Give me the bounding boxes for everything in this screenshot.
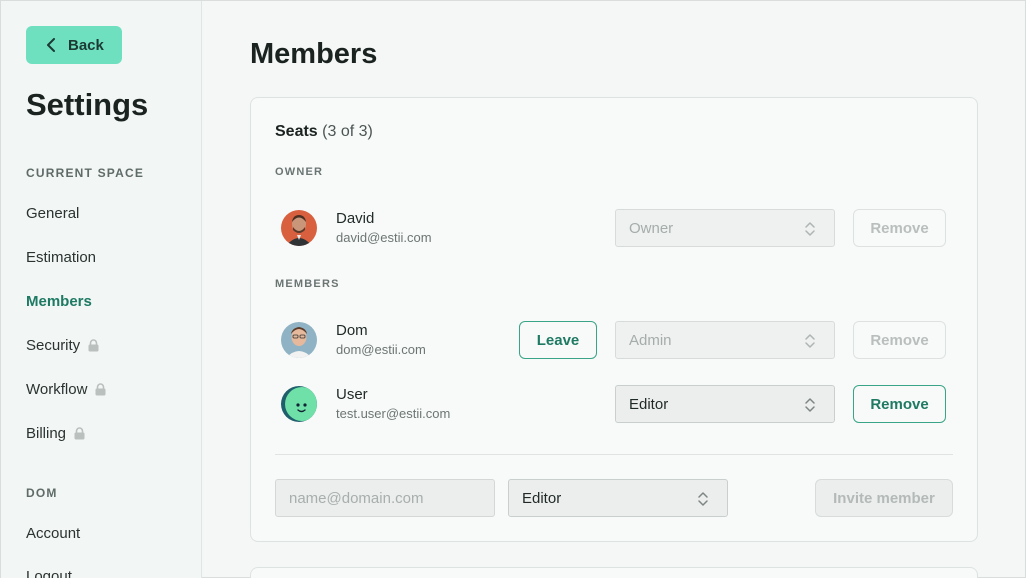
chevron-up-down-icon xyxy=(804,221,816,241)
avatar xyxy=(281,210,317,246)
sidebar-item-label: Members xyxy=(26,293,92,310)
sidebar-item-logout[interactable]: Logout xyxy=(26,568,72,578)
sidebar-item-general[interactable]: General xyxy=(26,205,79,222)
lock-icon xyxy=(88,339,99,352)
leave-button[interactable]: Leave xyxy=(519,321,597,359)
member-name: David xyxy=(336,210,375,227)
sidebar-item-security[interactable]: Security xyxy=(26,337,99,354)
role-select[interactable]: Editor xyxy=(615,385,835,423)
back-button[interactable]: Back xyxy=(26,26,122,64)
remove-button: Remove xyxy=(853,209,946,247)
chevron-up-down-icon xyxy=(804,333,816,353)
sidebar-item-members[interactable]: Members xyxy=(26,293,92,310)
sidebar-item-billing[interactable]: Billing xyxy=(26,425,85,442)
member-name: User xyxy=(336,386,368,403)
remove-button[interactable]: Remove xyxy=(853,385,946,423)
next-card xyxy=(250,567,978,578)
sidebar-item-label: Account xyxy=(26,525,81,542)
role-select: Owner xyxy=(615,209,835,247)
sidebar-item-label: Security xyxy=(26,337,81,354)
chevron-up-down-icon xyxy=(804,397,816,417)
invite-role-select[interactable]: Editor xyxy=(508,479,728,517)
role-value: Editor xyxy=(629,395,669,413)
sidebar-item-label: General xyxy=(26,205,80,222)
owner-section-label: OWNER xyxy=(275,166,324,178)
member-email: dom@estii.com xyxy=(336,342,426,357)
sidebar-item-account[interactable]: Account xyxy=(26,525,80,542)
invite-email-input[interactable] xyxy=(275,479,495,517)
settings-title: Settings xyxy=(26,87,149,122)
sidebar-item-label: Estimation xyxy=(26,249,97,266)
page-title: Members xyxy=(250,38,378,70)
members-card: Seats (3 of 3) OWNER David david@estii.c… xyxy=(250,97,978,542)
role-select: Admin xyxy=(615,321,835,359)
user-section-label: DOM xyxy=(26,486,58,500)
role-value: Owner xyxy=(629,219,674,237)
chevron-up-down-icon xyxy=(697,491,709,511)
role-value: Admin xyxy=(629,331,672,349)
sidebar-item-label: Billing xyxy=(26,425,67,442)
member-name: Dom xyxy=(336,322,368,339)
member-email: test.user@estii.com xyxy=(336,406,451,421)
sidebar-item-workflow[interactable]: Workflow xyxy=(26,381,106,398)
members-section-label: MEMBERS xyxy=(275,278,340,290)
avatar xyxy=(281,322,317,358)
back-label: Back xyxy=(68,36,104,54)
lock-icon xyxy=(74,427,85,440)
remove-button: Remove xyxy=(853,321,946,359)
invite-member-button: Invite member xyxy=(815,479,953,517)
lock-icon xyxy=(95,383,106,396)
member-row-user: User test.user@estii.com Editor Remove xyxy=(251,382,979,426)
current-space-label: CURRENT SPACE xyxy=(26,166,145,180)
seats-heading: Seats (3 of 3) xyxy=(275,123,373,141)
sidebar-item-label: Logout xyxy=(26,568,72,578)
chevron-left-icon xyxy=(46,38,60,52)
sidebar-item-estimation[interactable]: Estimation xyxy=(26,249,96,266)
member-row-owner: David david@estii.com Owner Remove xyxy=(251,206,979,250)
divider xyxy=(275,454,953,455)
sidebar-item-label: Workflow xyxy=(26,381,88,398)
member-email: david@estii.com xyxy=(336,230,432,245)
seats-label: Seats xyxy=(275,123,318,140)
role-value: Editor xyxy=(522,489,562,507)
sidebar: Back Settings CURRENT SPACE General Esti… xyxy=(1,1,202,578)
seats-count: (3 of 3) xyxy=(322,123,373,140)
member-row-dom: Dom dom@estii.com Leave Admin Remove xyxy=(251,318,979,362)
avatar xyxy=(281,386,317,422)
